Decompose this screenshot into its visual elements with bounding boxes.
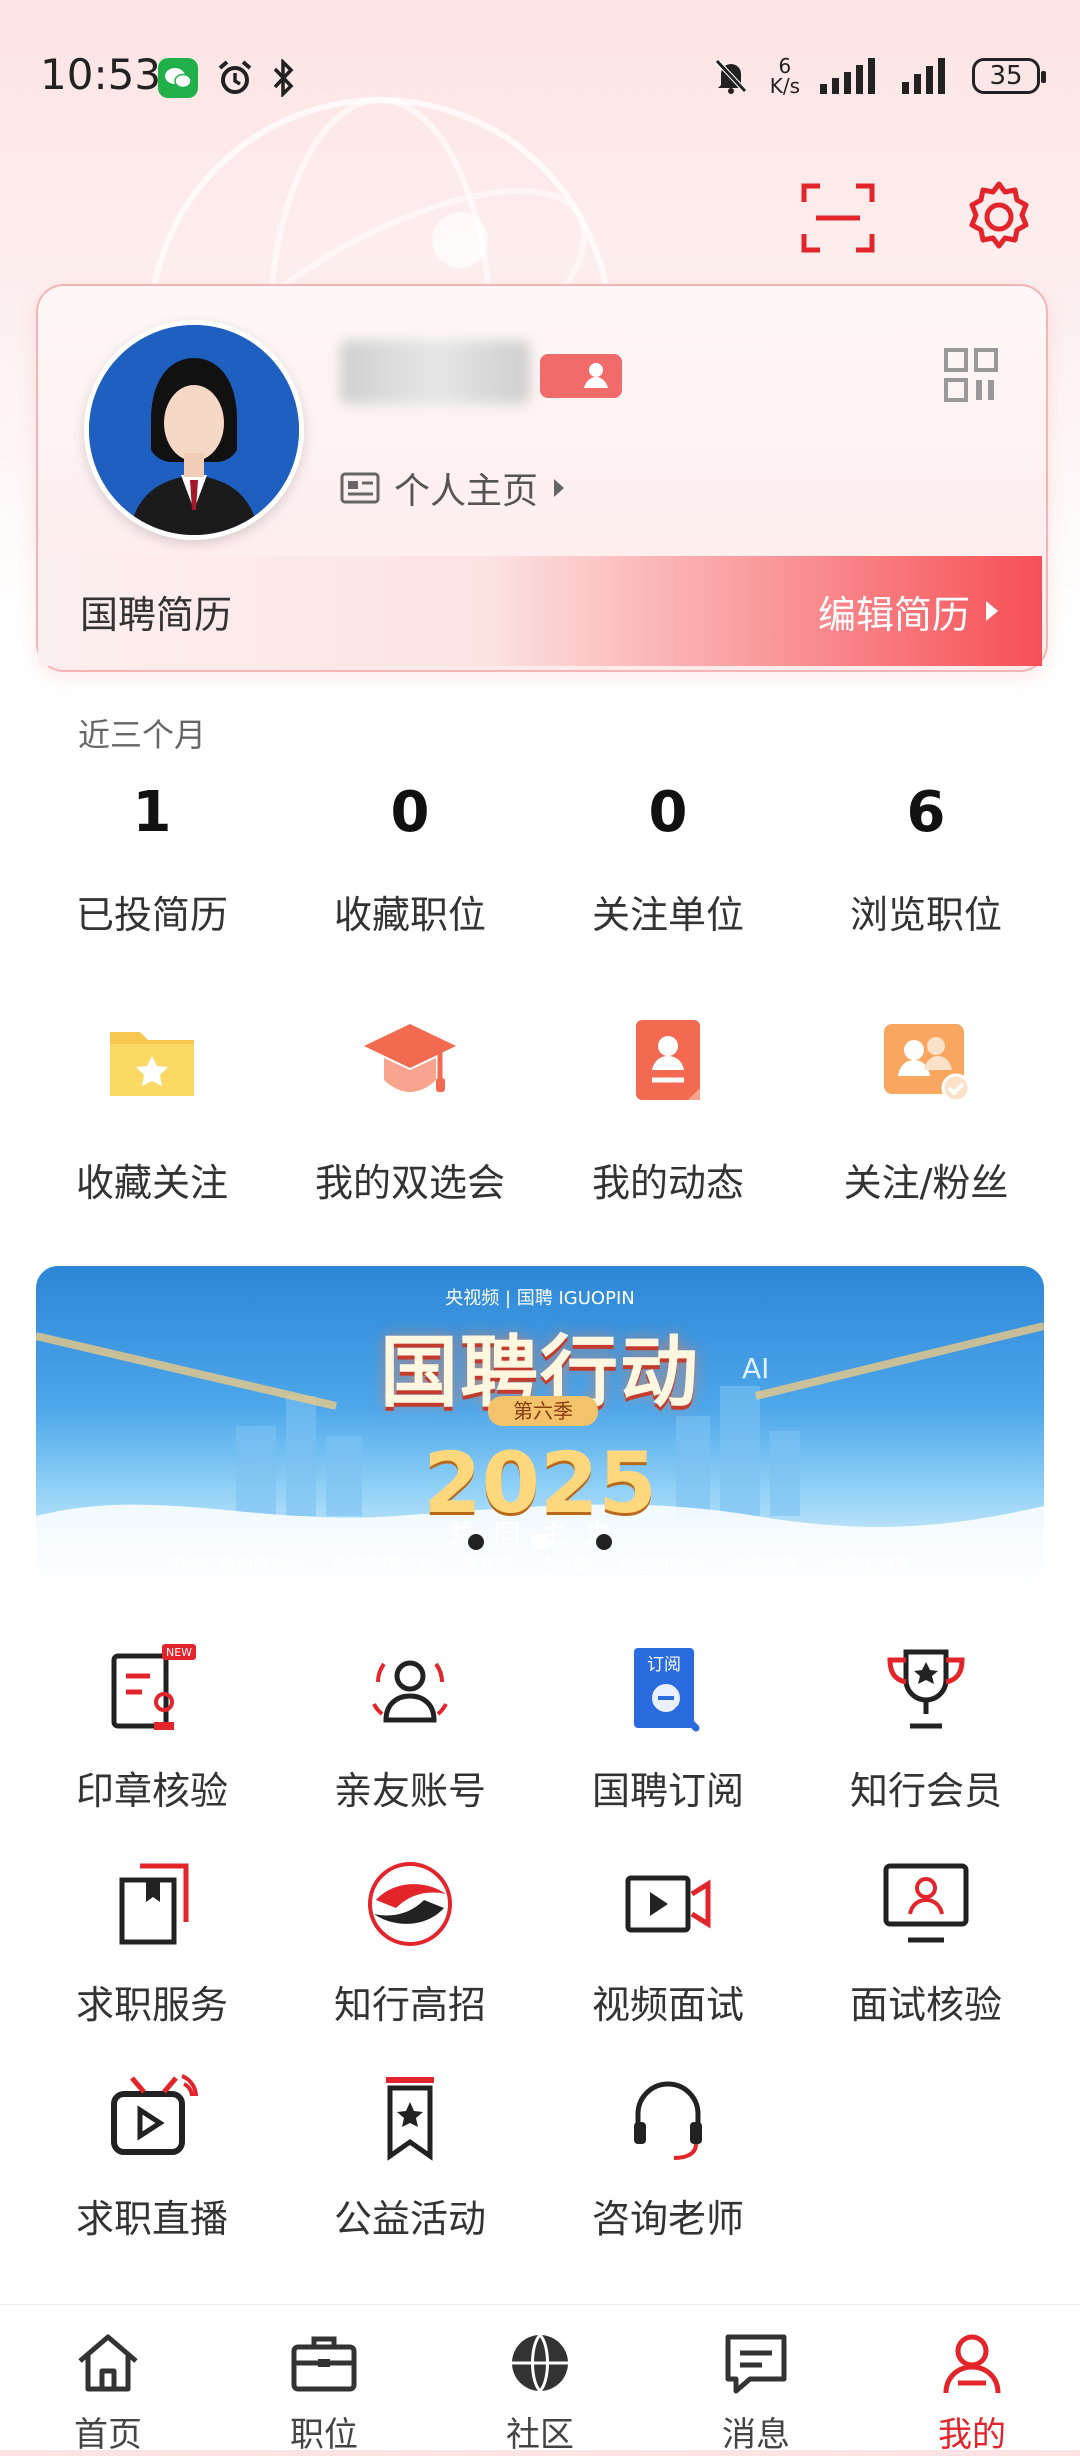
stat-viewed-jobs[interactable]: 6 浏览职位 [797, 780, 1055, 939]
graduation-cap-icon [364, 1024, 456, 1092]
message-icon [725, 2334, 787, 2394]
stat-applied[interactable]: 1 已投简历 [23, 780, 281, 939]
carousel-dot[interactable] [468, 1534, 484, 1550]
stats-row: 1 已投简历 0 收藏职位 0 关注单位 6 浏览职位 [0, 780, 1080, 939]
service-interview-verify[interactable]: 面试核验 [797, 1854, 1055, 2068]
folder-star-icon [110, 1032, 194, 1096]
live-tv-icon [111, 2074, 198, 2155]
stats-period-label: 近三个月 [78, 716, 207, 754]
caret-right-icon [986, 601, 998, 621]
signal-icon-2 [902, 58, 945, 94]
bottom-tab-bar: 首页 职位 社区 消息 我的 [0, 2304, 1080, 2455]
quick-my-feed[interactable]: 我的动态 [539, 1010, 797, 1207]
trophy-icon [887, 1649, 965, 1729]
alarm-icon [218, 60, 252, 94]
caret-right-icon [554, 479, 565, 497]
status-right-icons: 6 K/s 35 [712, 54, 1046, 98]
edit-resume-button[interactable]: 编辑简历 [818, 584, 1000, 639]
user-name-blurred [340, 340, 530, 404]
homepage-label: 个人主页 [394, 471, 539, 512]
wechat-icon [158, 58, 198, 98]
qr-code-icon[interactable] [944, 348, 998, 402]
scan-icon[interactable] [800, 180, 876, 256]
video-interview-icon [625, 1875, 711, 1933]
avatar[interactable] [84, 320, 304, 540]
people-check-icon [884, 1024, 971, 1103]
service-seal-verify[interactable]: NEW 印章核验 [23, 1640, 281, 1854]
quick-favorites[interactable]: 收藏关注 [23, 1010, 281, 1207]
user-icon [943, 2334, 1001, 2394]
stat-followed-companies[interactable]: 0 关注单位 [539, 780, 797, 939]
carousel-dots [0, 1534, 1080, 1550]
quick-job-fairs[interactable]: 我的双选会 [281, 1010, 539, 1207]
service-membership[interactable]: 知行会员 [797, 1640, 1055, 1854]
battery-indicator: 35 [972, 58, 1046, 94]
banner-ai-label: AI [742, 1352, 770, 1385]
carousel-dot-active[interactable] [532, 1534, 548, 1550]
tab-me[interactable]: 我的 [864, 2305, 1080, 2455]
tab-messages[interactable]: 消息 [648, 2305, 864, 2455]
service-family-account[interactable]: 亲友账号 [281, 1640, 539, 1854]
gear-icon[interactable] [960, 178, 1038, 256]
tab-home[interactable]: 首页 [0, 2305, 216, 2455]
profile-doc-icon [636, 1020, 700, 1100]
interview-verify-icon [883, 1863, 969, 1943]
tab-jobs[interactable]: 职位 [216, 2305, 432, 2455]
bluetooth-icon [273, 59, 294, 97]
banner-organizers: 中央广播电视总台 国务院国资委 教育部 人社部 共青团中央 全国妇联 全国工商联 [168, 1555, 912, 1575]
job-service-icon [119, 1863, 189, 1945]
signal-icon [820, 58, 875, 94]
personal-homepage-link[interactable]: 个人主页 [340, 462, 566, 514]
resume-bar[interactable]: 国聘简历 编辑简历 [38, 556, 1042, 666]
service-consult-teacher[interactable]: 咨询老师 [539, 2068, 797, 2282]
ribbon-star-icon [386, 2077, 434, 2161]
status-time: 10:53 [40, 50, 162, 99]
banner-season: 第六季 [488, 1396, 598, 1426]
tab-community[interactable]: 社区 [432, 2305, 648, 2455]
network-speed: 6 K/s [769, 54, 800, 98]
carousel-dot[interactable] [596, 1534, 612, 1550]
svg-text:NEW: NEW [166, 1646, 192, 1659]
quick-follow-fans[interactable]: 关注/粉丝 [797, 1010, 1055, 1207]
id-card-outline-icon [340, 472, 380, 504]
service-live-stream[interactable]: 求职直播 [23, 2068, 281, 2282]
gaozhao-logo-icon [368, 1862, 452, 1946]
globe-icon [512, 2333, 568, 2393]
status-left-icons [158, 58, 296, 98]
banner-brand: 央视频 | 国聘 IGUOPIN [445, 1288, 635, 1309]
briefcase-icon [291, 2336, 357, 2392]
services-grid: NEW 印章核验 亲友账号 订阅 国聘订阅 知行会员 求职服务 知行高招 视频面… [0, 1640, 1080, 2282]
service-subscription[interactable]: 订阅 国聘订阅 [539, 1640, 797, 1854]
quick-actions: 收藏关注 我的双选会 我的动态 关注/粉丝 [0, 1010, 1080, 1207]
headset-icon [634, 2081, 702, 2160]
service-job-service[interactable]: 求职服务 [23, 1854, 281, 2068]
service-video-interview[interactable]: 视频面试 [539, 1854, 797, 2068]
svg-text:订阅: 订阅 [647, 1655, 681, 1675]
home-icon [78, 2334, 138, 2392]
mute-bell-icon [714, 59, 747, 94]
resume-title: 国聘简历 [80, 592, 233, 637]
service-gaozhao[interactable]: 知行高招 [281, 1854, 539, 2068]
seal-verify-icon: NEW [111, 1644, 196, 1730]
service-charity[interactable]: 公益活动 [281, 2068, 539, 2282]
id-card-icon [540, 354, 622, 398]
family-account-icon [372, 1660, 448, 1723]
subscription-icon: 订阅 [634, 1648, 700, 1732]
stat-saved-jobs[interactable]: 0 收藏职位 [281, 780, 539, 939]
